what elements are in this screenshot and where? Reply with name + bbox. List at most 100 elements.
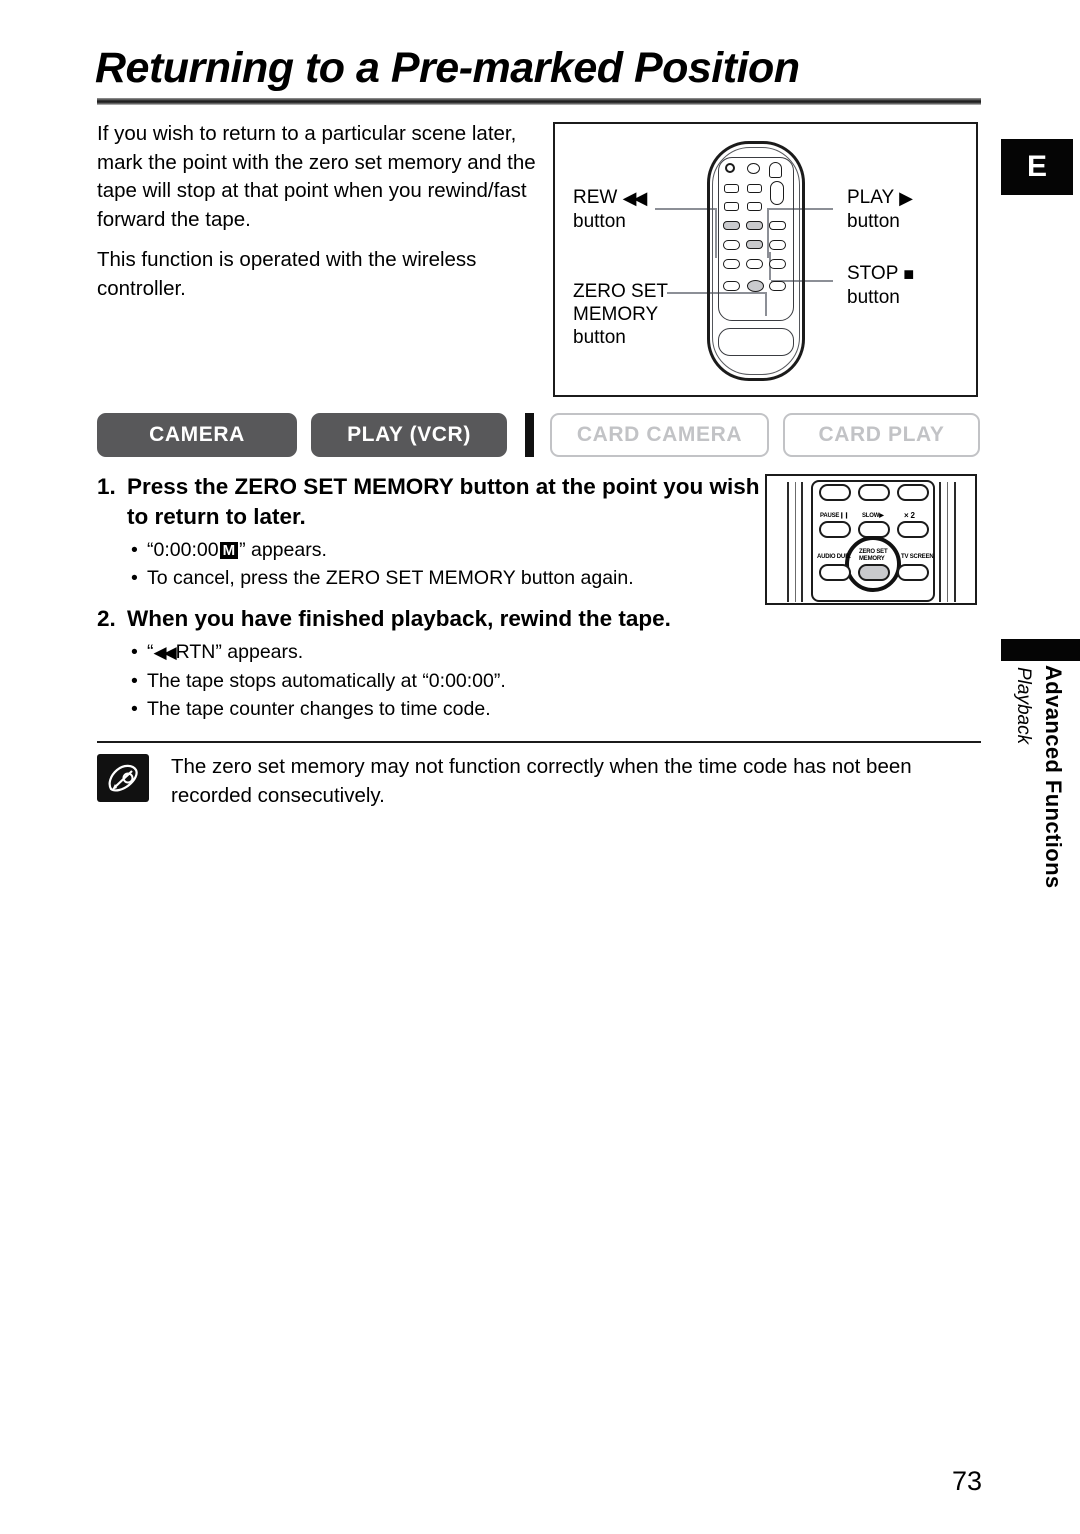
note-divider <box>97 741 981 743</box>
remote-x2-button[interactable] <box>769 240 786 250</box>
mode-card-camera[interactable]: CARD CAMERA <box>550 413 769 457</box>
mode-camera[interactable]: CAMERA <box>97 413 297 457</box>
detail-audio-dub-button[interactable] <box>819 564 851 581</box>
remote-key-r2c1 <box>724 202 739 211</box>
remote-ir-emitter-icon <box>725 163 735 173</box>
step-1-bullet-2-text: To cancel, press the ZERO SET MEMORY but… <box>147 567 634 589</box>
remote-key-r1c2 <box>747 184 762 193</box>
detail-ff-button[interactable] <box>897 484 929 501</box>
remote-key-r1c1 <box>724 184 739 193</box>
instruction-steps: 1. Press the ZERO SET MEMORY button at t… <box>97 472 762 735</box>
bullet-dot-icon: • <box>131 641 138 663</box>
step-1: 1. Press the ZERO SET MEMORY button at t… <box>97 472 762 532</box>
detail-rail-left-2 <box>795 482 796 602</box>
detail-label-zero-set: ZERO SET <box>859 549 888 555</box>
mode-play-vcr[interactable]: PLAY (VCR) <box>311 413 507 457</box>
detail-zero-set-memory-button[interactable] <box>858 564 890 581</box>
note-text: The zero set memory may not function cor… <box>171 755 912 807</box>
callout-rew: REW ◀◀ button <box>573 186 648 233</box>
language-tab: E <box>1001 139 1073 195</box>
step-1-bullet-2: • To cancel, press the ZERO SET MEMORY b… <box>131 564 762 592</box>
detail-rail-right-2 <box>947 482 948 602</box>
callout-stop-label: STOP <box>847 263 899 284</box>
callout-zsm-sub: button <box>573 327 626 348</box>
callout-zsm-line2: MEMORY <box>573 304 659 325</box>
title-divider <box>97 98 981 105</box>
remote-pause-button[interactable] <box>723 240 740 250</box>
remote-ff-button[interactable] <box>769 221 786 230</box>
callout-zero-set-memory: ZERO SET MEMORY button <box>573 280 668 349</box>
intro-text: If you wish to return to a particular sc… <box>97 120 552 315</box>
detail-label-audio-dub: AUDIO DUB. <box>817 554 851 560</box>
intro-paragraph-2: This function is operated with the wirel… <box>97 248 477 300</box>
remote-lower-bezel <box>718 328 794 356</box>
bullet-dot-icon: • <box>131 539 138 561</box>
bullet-dot-icon: • <box>131 670 138 692</box>
section-tab-marker <box>1001 639 1080 661</box>
remote-stop-button[interactable] <box>746 240 763 249</box>
intro-paragraph-1: If you wish to return to a particular sc… <box>97 122 536 231</box>
step-2-number: 2. <box>97 606 116 631</box>
detail-label-tv-screen: TV SCREEN <box>901 554 934 560</box>
stop-icon: ■ <box>903 264 915 284</box>
page-number: 73 <box>951 1466 982 1496</box>
wireless-controller-diagram: REW ◀◀ button PLAY ▶ button STOP ■ butto… <box>553 122 978 397</box>
bullet-dot-icon: • <box>131 567 138 589</box>
step-2-bullet-1: • “◀◀ RTN” appears. <box>131 638 762 667</box>
detail-pause-button[interactable] <box>819 521 851 538</box>
step-1-text: Press the ZERO SET MEMORY button at the … <box>127 474 760 529</box>
mode-card-play[interactable]: CARD PLAY <box>783 413 980 457</box>
detail-rail-right-3 <box>954 482 956 602</box>
step-1-bullets: • “0:00:00 M” appears. • To cancel, press… <box>131 536 762 592</box>
note-box: The zero set memory may not function cor… <box>97 752 981 810</box>
detail-label-slow: SLOW▶ <box>862 513 884 519</box>
step-2-bullet-3-text: The tape counter changes to time code. <box>147 698 491 720</box>
detail-label-pause: PAUSE❙❙ <box>820 513 849 519</box>
remote-rew-button[interactable] <box>723 221 740 230</box>
step-1-bullet-1: • “0:00:00 M” appears. <box>131 536 762 564</box>
remote-key-r5c1[interactable] <box>723 259 740 269</box>
section-tab-label: Advanced Functions Playback <box>998 665 1078 965</box>
step-2-bullet-1-suffix: RTN” appears. <box>175 641 304 663</box>
detail-rew-button[interactable] <box>819 484 851 501</box>
detail-label-x2: × 2 <box>904 511 915 520</box>
remote-audio-dub-button[interactable] <box>723 281 740 291</box>
step-2: 2. When you have finished playback, rewi… <box>97 604 762 634</box>
step-1-number: 1. <box>97 474 116 499</box>
detail-x2-button[interactable] <box>897 521 929 538</box>
rewind-icon: ◀◀ <box>622 188 648 208</box>
mode-indicator-row: CAMERA PLAY (VCR) CARD CAMERA CARD PLAY <box>97 413 994 457</box>
remote-key-r5c2[interactable] <box>746 259 763 269</box>
remote-key-top-right <box>769 162 782 178</box>
callout-stop: STOP ■ button <box>847 262 914 309</box>
rewind-icon: ◀◀ <box>153 643 177 662</box>
detail-stop-button[interactable] <box>858 484 890 501</box>
step-2-text: When you have finished playback, rewind … <box>127 606 671 631</box>
remote-key-r1c3 <box>770 181 784 205</box>
callout-play: PLAY ▶ button <box>847 186 913 233</box>
step-2-bullet-3: • The tape counter changes to time code. <box>131 695 762 723</box>
bullet-dot-icon: • <box>131 698 138 720</box>
detail-tv-screen-button[interactable] <box>897 564 929 581</box>
note-pencil-icon <box>97 754 149 802</box>
play-icon: ▶ <box>899 188 913 208</box>
callout-rew-sub: button <box>573 211 626 232</box>
callout-stop-sub: button <box>847 287 900 308</box>
page-title: Returning to a Pre-marked Position <box>95 44 800 92</box>
step-2-bullet-2-text: The tape stops automatically at “0:00:00… <box>147 670 506 692</box>
remote-key-r2c2 <box>747 202 762 211</box>
section-tab-main: Advanced Functions <box>1041 665 1066 889</box>
remote-key-r5c3[interactable] <box>769 259 786 269</box>
step-1-bullet-1-suffix: ” appears. <box>239 539 327 561</box>
callout-play-sub: button <box>847 211 900 232</box>
remote-tv-screen-button[interactable] <box>769 281 786 291</box>
detail-label-memory: MEMORY <box>859 556 885 562</box>
callout-zsm-line1: ZERO SET <box>573 281 669 302</box>
pause-icon: ❙❙ <box>839 513 849 519</box>
step-1-bullet-1-prefix: “0:00:00 <box>147 539 219 561</box>
step-2-bullet-2: • The tape stops automatically at “0:00:… <box>131 667 762 695</box>
remote-button-pad <box>718 157 794 321</box>
remote-play-button[interactable] <box>746 221 763 230</box>
remote-control-body <box>707 141 805 381</box>
remote-zero-set-memory-button[interactable] <box>747 280 764 292</box>
